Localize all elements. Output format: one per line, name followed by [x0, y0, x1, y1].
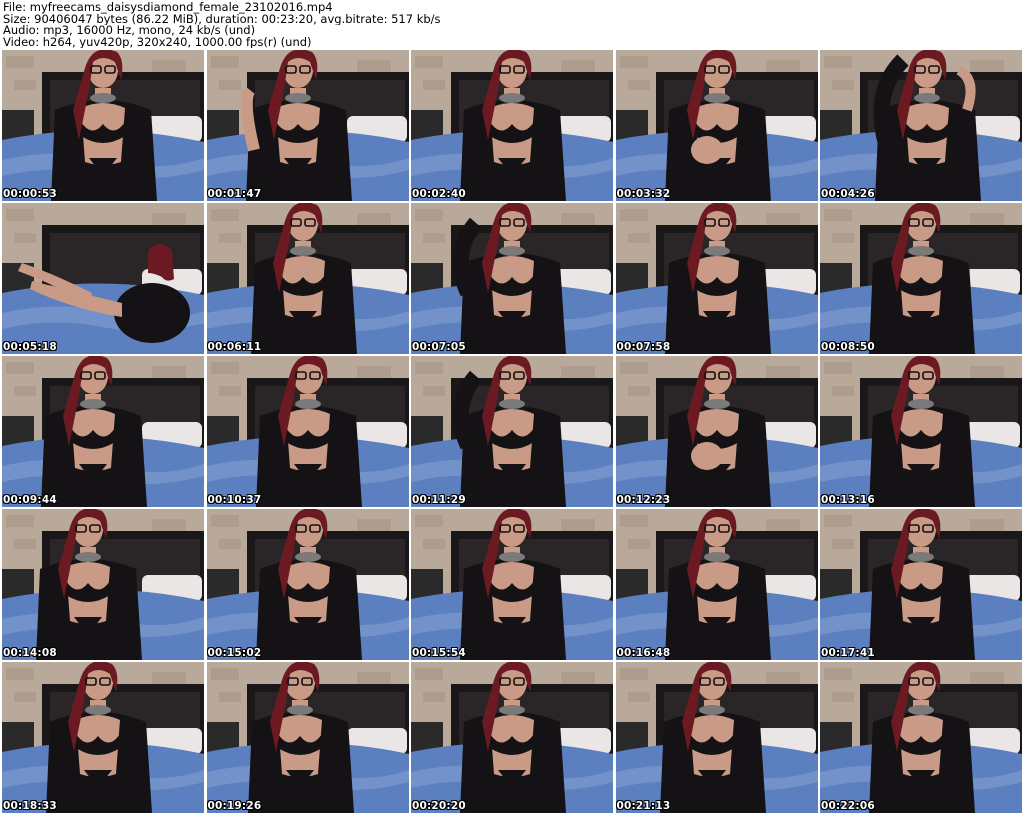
- thumbnail-timestamp: 00:07:05: [412, 341, 466, 353]
- thumbnail-timestamp: 00:18:33: [3, 800, 57, 812]
- thumbnail-timestamp: 00:02:40: [412, 188, 466, 200]
- thumbnail-scene: [206, 203, 409, 354]
- file-size-line: Size: 90406047 bytes (86.22 MiB), durati…: [3, 13, 441, 26]
- thumbnail-frame: 00:00:53: [2, 50, 204, 201]
- thumbnail-grid: 00:00:53 00:01:47 00:02:40 00:03:32 00:0…: [2, 50, 1022, 813]
- thumbnail-scene: [411, 509, 613, 660]
- thumbnail-scene: [2, 662, 204, 813]
- thumbnail-timestamp: 00:14:08: [3, 647, 57, 659]
- thumbnail-frame: 00:10:37: [206, 356, 409, 507]
- thumbnail-scene: [411, 662, 613, 813]
- thumbnail-timestamp: 00:16:48: [616, 647, 671, 659]
- thumbnail-frame: 00:08:50: [820, 203, 1022, 354]
- thumbnail-scene: [411, 203, 613, 354]
- thumbnail-frame: 00:16:48: [615, 509, 818, 660]
- thumbnail-timestamp: 00:15:02: [207, 647, 262, 659]
- thumbnail-timestamp: 00:10:37: [207, 494, 262, 506]
- thumbnail-frame: 00:17:41: [820, 509, 1022, 660]
- thumbnail-timestamp: 00:06:11: [207, 341, 262, 353]
- thumbnail-scene: [615, 356, 818, 507]
- thumbnail-frame: 00:03:32: [615, 50, 818, 201]
- thumbnail-timestamp: 00:11:29: [412, 494, 466, 506]
- thumbnail-frame: 00:14:08: [2, 509, 204, 660]
- thumbnail-timestamp: 00:17:41: [821, 647, 875, 659]
- thumbnail-timestamp: 00:21:13: [616, 800, 671, 812]
- thumbnail-frame: 00:06:11: [206, 203, 409, 354]
- thumbnail-scene: [820, 509, 1022, 660]
- thumbnail-scene: [820, 356, 1022, 507]
- thumbnail-timestamp: 00:19:26: [207, 800, 262, 812]
- thumbnail-frame: 00:09:44: [2, 356, 204, 507]
- thumbnail-frame: 00:22:06: [820, 662, 1022, 813]
- thumbnail-frame: 00:15:02: [206, 509, 409, 660]
- thumbnail-frame: 00:05:18: [2, 203, 204, 354]
- thumbnail-timestamp: 00:13:16: [821, 494, 875, 506]
- thumbnail-scene: [820, 662, 1022, 813]
- thumbnail-frame: 00:07:58: [615, 203, 818, 354]
- thumbnail-timestamp: 00:09:44: [3, 494, 57, 506]
- thumbnail-timestamp: 00:12:23: [616, 494, 671, 506]
- thumbnail-timestamp: 00:00:53: [3, 188, 57, 200]
- thumbnail-scene: [820, 50, 1022, 201]
- thumbnail-scene: [2, 203, 204, 354]
- thumbnail-scene: [206, 662, 409, 813]
- thumbnail-frame: 00:19:26: [206, 662, 409, 813]
- thumbnail-timestamp: 00:07:58: [616, 341, 671, 353]
- thumbnail-scene: [411, 50, 613, 201]
- thumbnail-timestamp: 00:08:50: [821, 341, 875, 353]
- thumbnail-timestamp: 00:20:20: [412, 800, 466, 812]
- thumbnail-frame: 00:12:23: [615, 356, 818, 507]
- thumbnail-scene: [615, 509, 818, 660]
- thumbnail-timestamp: 00:03:32: [616, 188, 671, 200]
- thumbnail-scene: [615, 50, 818, 201]
- thumbnail-timestamp: 00:22:06: [821, 800, 875, 812]
- thumbnail-scene: [2, 50, 204, 201]
- thumbnail-frame: 00:02:40: [411, 50, 613, 201]
- thumbnail-frame: 00:21:13: [615, 662, 818, 813]
- thumbnail-scene: [206, 50, 409, 201]
- thumbnail-scene: [206, 509, 409, 660]
- thumbnail-scene: [820, 203, 1022, 354]
- thumbnail-timestamp: 00:01:47: [207, 188, 262, 200]
- thumbnail-scene: [411, 356, 613, 507]
- thumbnail-frame: 00:15:54: [411, 509, 613, 660]
- thumbnail-scene: [615, 203, 818, 354]
- thumbnail-frame: 00:01:47: [206, 50, 409, 201]
- thumbnail-frame: 00:04:26: [820, 50, 1022, 201]
- thumbnail-scene: [615, 662, 818, 813]
- thumbnail-frame: 00:18:33: [2, 662, 204, 813]
- thumbnail-frame: 00:11:29: [411, 356, 613, 507]
- thumbnail-scene: [2, 356, 204, 507]
- file-name-line: File: myfreecams_daisysdiamond_female_23…: [3, 2, 333, 14]
- thumbnail-frame: 00:20:20: [411, 662, 613, 813]
- file-info-header: File: myfreecams_daisysdiamond_female_23…: [3, 2, 1013, 48]
- audio-info-line: Audio: mp3, 16000 Hz, mono, 24 kb/s (und…: [3, 25, 256, 37]
- thumbnail-timestamp: 00:15:54: [412, 647, 466, 659]
- thumbnail-scene: [2, 509, 204, 660]
- video-info-line: Video: h264, yuv420p, 320x240, 1000.00 f…: [3, 36, 312, 49]
- thumbnail-timestamp: 00:04:26: [821, 188, 875, 200]
- thumbnail-frame: 00:13:16: [820, 356, 1022, 507]
- thumbnail-scene: [206, 356, 409, 507]
- thumbnail-timestamp: 00:05:18: [3, 341, 57, 353]
- thumbnail-frame: 00:07:05: [411, 203, 613, 354]
